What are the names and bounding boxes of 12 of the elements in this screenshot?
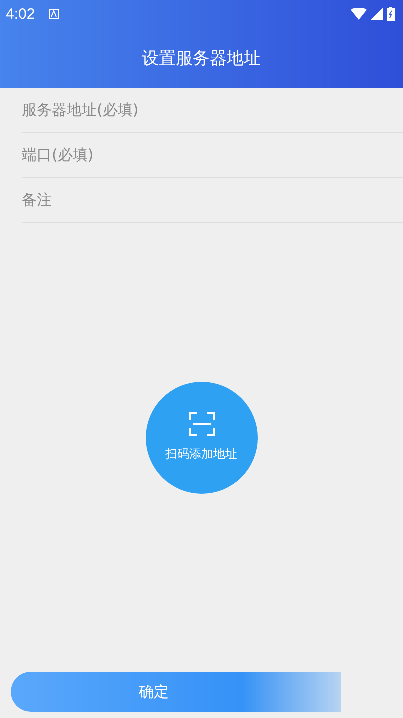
signal-icon — [371, 8, 383, 20]
input-field[interactable]: 服务器地址(必填) — [22, 88, 403, 133]
battery-icon — [387, 7, 395, 21]
status-time: 4:02 — [6, 6, 36, 22]
confirm-button[interactable]: 确定 — [11, 672, 341, 712]
scan-button[interactable]: 扫码添加地址 — [146, 382, 258, 494]
notification-icon — [49, 9, 60, 19]
input-field[interactable]: 备注 — [22, 178, 403, 223]
input-field[interactable]: 端口(必填) — [22, 133, 403, 178]
scan-icon — [188, 412, 214, 436]
page-title: 设置服务器地址 — [141, 48, 262, 70]
wifi-icon — [351, 8, 367, 20]
